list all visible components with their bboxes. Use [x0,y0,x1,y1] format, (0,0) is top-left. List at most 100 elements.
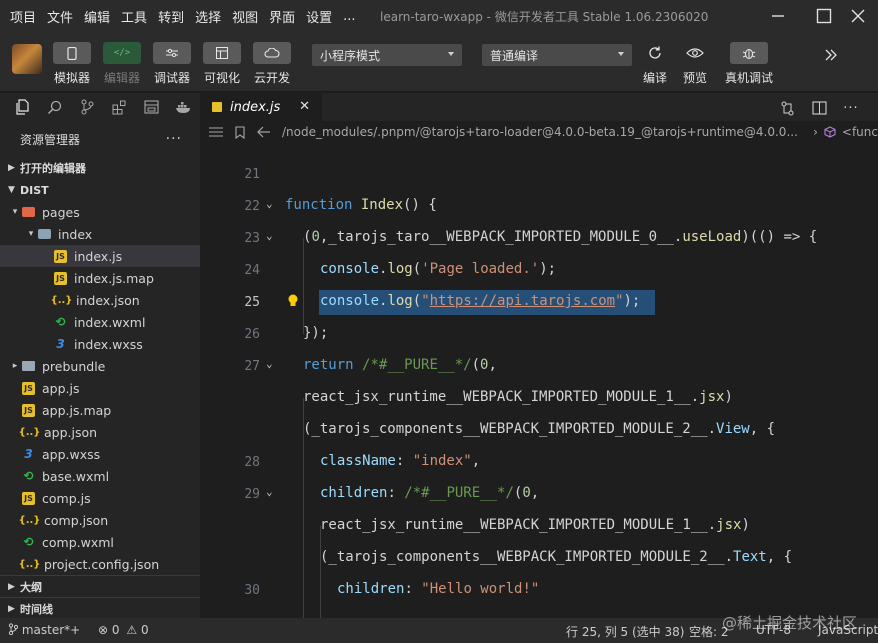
menu-item-interface[interactable]: 界面 [269,7,295,26]
tree-folder[interactable]: ▸ prebundle [0,355,200,377]
docker-icon [176,101,191,113]
code-text: (_tarojs_components__WEBPACK_IMPORTED_MO… [320,549,793,565]
explorer-button[interactable] [6,93,38,121]
tree-item-label: project.config.json [44,556,160,572]
fold-chevron-icon[interactable]: ⌄ [266,229,273,242]
git-branch-status[interactable]: master*+ [8,623,80,637]
breadcrumb-symbol[interactable]: <func [842,125,878,139]
source-control-button[interactable] [71,93,103,121]
editor-label: 编辑器 [103,71,140,85]
visual-button[interactable]: 可视化 [198,42,246,86]
menu-item-project[interactable]: 项目 [10,7,36,26]
folder-icon [22,207,35,217]
more-toolbar-button[interactable] [812,44,850,66]
mode-select[interactable]: 小程序模式 [312,44,462,66]
tree-file[interactable]: {..} project.config.json [0,553,200,575]
code-line-wrapped: react_jsx_runtime__WEBPACK_IMPORTED_MODU… [200,510,878,542]
explorer-header: 资源管理器 ··· [0,121,200,157]
more-icon: ··· [843,100,859,116]
bookmark-icon[interactable] [230,125,250,139]
close-window-button[interactable] [838,0,878,32]
line-number: 23 [244,231,260,246]
menu-item-more[interactable]: ... [343,9,355,24]
problems-status[interactable]: ⊗ 0 ⚠ 0 [98,623,149,637]
debugger-button[interactable]: 调试器 [148,42,196,86]
simulator-button[interactable]: 模拟器 [48,42,96,86]
files-icon [16,99,29,115]
js-file-icon: JS [54,249,67,263]
split-editor-button[interactable] [808,97,830,119]
tree-file[interactable]: JS app.js.map [0,399,200,421]
fold-chevron-icon[interactable]: ⌄ [266,357,273,370]
timeline-section[interactable]: ▶ 时间线 [0,597,200,619]
more-actions-button[interactable]: ··· [166,131,182,147]
window-title: learn-taro-wxapp - 微信开发者工具 Stable 1.06.2… [380,10,709,24]
editor-more-button[interactable]: ··· [840,97,862,119]
code-editor[interactable]: 21 22 ⌄ function Index() { 23 ⌄ (0,_taro… [200,143,878,618]
wxml-file-icon: ⟲ [55,315,66,329]
tree-file[interactable]: 3 app.wxss [0,443,200,465]
minimize-button[interactable] [758,0,798,32]
menu-item-selection[interactable]: 选择 [195,7,221,26]
fold-chevron-icon[interactable]: ⌄ [266,485,273,498]
tree-folder[interactable]: ▾ index [0,223,200,245]
menu-item-tools[interactable]: 工具 [121,7,147,26]
code-line: 21 [200,158,878,190]
menu-item-view[interactable]: 视图 [232,7,258,26]
storage-button[interactable] [135,93,167,121]
compare-changes-button[interactable] [776,97,798,119]
code-text: react_jsx_runtime__WEBPACK_IMPORTED_MODU… [303,389,733,405]
preview-button[interactable]: 预览 [671,42,719,86]
open-editors-section[interactable]: ▶ 打开的编辑器 [0,157,200,179]
menu-item-settings[interactable]: 设置 [306,7,332,26]
fold-chevron-icon[interactable]: ⌄ [266,197,273,210]
tab-index-js[interactable]: index.js ✕ [200,93,322,121]
cloud-label: 云开发 [253,71,290,85]
tree-file[interactable]: JS index.js.map [0,267,200,289]
dist-section[interactable]: ▼ DIST [0,179,200,201]
code-text: children: "Hello world!" [337,581,540,597]
tree-file[interactable]: JS app.js [0,377,200,399]
tree-file[interactable]: ⟲ comp.wxml [0,531,200,553]
menu-item-edit[interactable]: 编辑 [84,7,110,26]
tree-file[interactable]: JS comp.js [0,487,200,509]
outline-label: 大纲 [20,580,42,594]
code-text: }); [303,325,329,341]
lightbulb-icon[interactable] [287,294,299,308]
cursor-position[interactable]: 行 25, 列 5 (选中 38) [566,623,684,640]
close-tab-button[interactable]: ✕ [299,99,310,114]
visual-label: 可视化 [203,71,240,85]
cloud-button[interactable]: 云开发 [248,42,296,86]
outline-section[interactable]: ▶ 大纲 [0,575,200,597]
avatar[interactable] [12,44,42,74]
docker-button[interactable] [168,93,200,121]
tree-file[interactable]: {..} comp.json [0,509,200,531]
chevron-down-icon: ▾ [28,229,34,239]
js-file-icon [212,102,222,112]
search-button[interactable] [38,93,70,121]
compile-label: 编译 [642,71,667,85]
line-number: 21 [244,167,260,182]
tree-file[interactable]: {..} index.json [0,289,200,311]
arrow-left-icon[interactable] [254,126,274,138]
code-line: 22 ⌄ function Index() { [200,190,878,222]
menu-item-file[interactable]: 文件 [47,7,73,26]
tree-file[interactable]: ⟲ index.wxml [0,311,200,333]
breadcrumb-path[interactable]: /node_modules/.pnpm/@tarojs+taro-loader@… [282,125,798,139]
tree-item-label: comp.json [44,512,109,528]
tree-file[interactable]: ⟲ base.wxml [0,465,200,487]
extensions-button[interactable] [103,93,135,121]
tree-folder[interactable]: ▾ pages [0,201,200,223]
code-text: children: /*#__PURE__*/(0, [320,485,540,501]
tree-file[interactable]: JS index.js [0,245,200,267]
compile-mode-select[interactable]: 普通编译 [482,44,632,66]
editor-button[interactable]: </> 编辑器 [98,42,146,86]
open-editors-label: 打开的编辑器 [20,162,86,175]
remote-debug-button[interactable]: 真机调试 [725,42,773,86]
tree-file[interactable]: 3 index.wxss [0,333,200,355]
tree-file[interactable]: {..} app.json [0,421,200,443]
git-branch-icon [81,99,94,115]
menu-item-goto[interactable]: 转到 [158,7,184,26]
json-file-icon: {..} [18,514,41,526]
list-icon[interactable] [206,127,226,137]
